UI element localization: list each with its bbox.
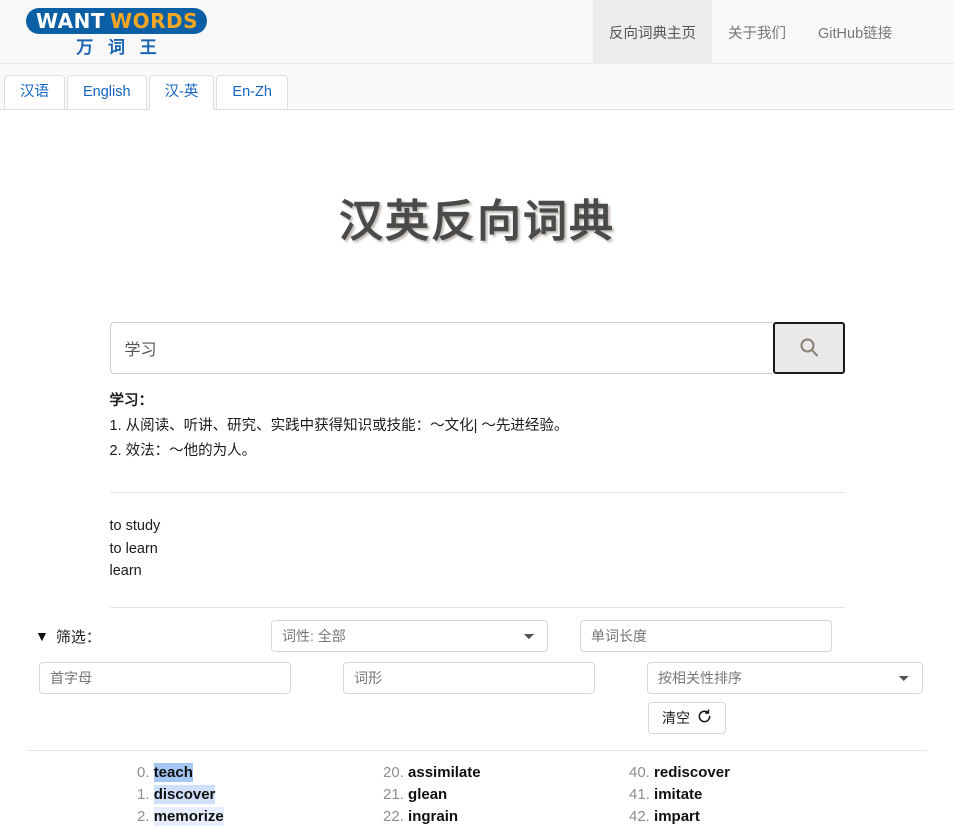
clear-button-label: 清空: [662, 710, 690, 727]
translation-item: to learn: [109, 540, 158, 557]
result-word[interactable]: imitate: [654, 785, 702, 804]
result-word[interactable]: glean: [408, 785, 447, 804]
results-column-1: 0. teach 1. discover 2. memorize 3. lear…: [137, 762, 383, 830]
definition-block: 学习： 1. 从阅读、听讲、研究、实践中获得知识或技能：～文化| ～先进经验。 …: [110, 389, 845, 464]
clear-filters-button[interactable]: 清空: [648, 702, 726, 735]
definition-line-2: 2. 效法：～他的为人。: [109, 442, 257, 459]
definition-divider: [109, 491, 845, 493]
search-icon: [797, 336, 821, 360]
logo-words-text: WORDS: [110, 8, 198, 33]
translation-item: to study: [109, 517, 161, 534]
sort-select[interactable]: 按相关性排序: [647, 662, 923, 695]
result-item[interactable]: 42. impart: [629, 806, 875, 828]
filter-row-one: ▼ 筛选： 词性: 全部: [35, 620, 927, 653]
language-tabs: 汉语 English 汉-英 En-Zh: [0, 64, 954, 110]
translation-list: to study to learn learn: [110, 515, 845, 583]
filter-row-three: 清空: [35, 702, 927, 735]
result-item[interactable]: 21. glean: [383, 784, 629, 806]
funnel-icon: ▼: [35, 628, 49, 645]
result-item[interactable]: 22. ingrain: [383, 806, 629, 828]
logo-chinese-text: 万 词 王: [76, 37, 162, 57]
result-index: 1.: [137, 786, 150, 804]
tab-zh-en[interactable]: 汉-英: [148, 75, 215, 110]
nav-link-github[interactable]: GitHub链接: [802, 0, 908, 64]
result-item[interactable]: 1. discover: [137, 784, 383, 806]
result-index: 20.: [383, 764, 404, 782]
first-letter-input[interactable]: [39, 662, 291, 695]
results-grid: 0. teach 1. discover 2. memorize 3. lear…: [27, 762, 927, 830]
top-navbar: WANT WORDS 万 词 王 反向词典主页 关于我们 GitHub链接: [0, 0, 954, 64]
page-title: 汉英反向词典: [339, 197, 615, 246]
result-word[interactable]: teach: [153, 763, 193, 783]
nav-link-about[interactable]: 关于我们: [712, 0, 802, 64]
definition-panel: 学习： 1. 从阅读、听讲、研究、实践中获得知识或技能：～文化| ～先进经验。 …: [109, 389, 845, 609]
search-bar: [109, 322, 845, 374]
result-item[interactable]: 20. assimilate: [383, 762, 629, 784]
result-item[interactable]: 0. teach: [137, 762, 383, 784]
filter-label: ▼ 筛选：: [35, 626, 271, 647]
result-word[interactable]: rediscover: [654, 763, 730, 782]
result-index: 22.: [383, 808, 404, 826]
filter-row-two: 按相关性排序: [35, 662, 927, 695]
translation-divider: [109, 607, 845, 609]
definition-line-1: 1. 从阅读、听讲、研究、实践中获得知识或技能：～文化| ～先进经验。: [109, 417, 569, 434]
result-word[interactable]: ingrain: [408, 807, 458, 826]
tab-english[interactable]: English: [67, 75, 147, 110]
tab-chinese[interactable]: 汉语: [4, 75, 65, 110]
results-column-2: 20. assimilate 21. glean 22. ingrain 23.…: [383, 762, 629, 830]
filter-panel: ▼ 筛选： 词性: 全部 按相关性排序 清空: [27, 620, 927, 735]
translation-item: learn: [109, 563, 142, 580]
result-word[interactable]: memorize: [153, 807, 224, 827]
result-item[interactable]: 40. rediscover: [629, 762, 875, 784]
search-button[interactable]: [772, 322, 845, 374]
result-index: 21.: [383, 786, 404, 804]
result-word[interactable]: assimilate: [408, 763, 481, 782]
result-index: 0.: [137, 764, 150, 782]
word-length-input[interactable]: [580, 620, 832, 653]
nav-link-home[interactable]: 反向词典主页: [593, 0, 712, 64]
filter-label-text: 筛选：: [55, 628, 101, 646]
result-index: 42.: [629, 808, 650, 826]
tab-en-zh[interactable]: En-Zh: [216, 75, 288, 110]
results-divider: [27, 750, 927, 752]
refresh-icon: [697, 709, 712, 727]
pos-select[interactable]: 词性: 全部: [271, 620, 548, 653]
result-word[interactable]: impart: [654, 807, 700, 826]
result-word[interactable]: discover: [153, 785, 216, 805]
result-index: 41.: [629, 786, 650, 804]
result-item[interactable]: 41. imitate: [629, 784, 875, 806]
result-item[interactable]: 2. memorize: [137, 806, 383, 828]
search-input[interactable]: [109, 322, 773, 374]
brand-logo[interactable]: WANT WORDS 万 词 王: [26, 7, 207, 57]
results-column-3: 40. rediscover 41. imitate 42. impart 43…: [629, 762, 875, 830]
word-form-input[interactable]: [343, 662, 595, 695]
definition-headword: 学习：: [109, 393, 154, 409]
logo-want-text: WANT: [36, 8, 106, 33]
result-index: 2.: [137, 808, 150, 826]
logo-wordmark: WANT WORDS: [26, 7, 207, 34]
result-index: 40.: [629, 764, 650, 782]
navbar-links: 反向词典主页 关于我们 GitHub链接: [593, 0, 908, 64]
